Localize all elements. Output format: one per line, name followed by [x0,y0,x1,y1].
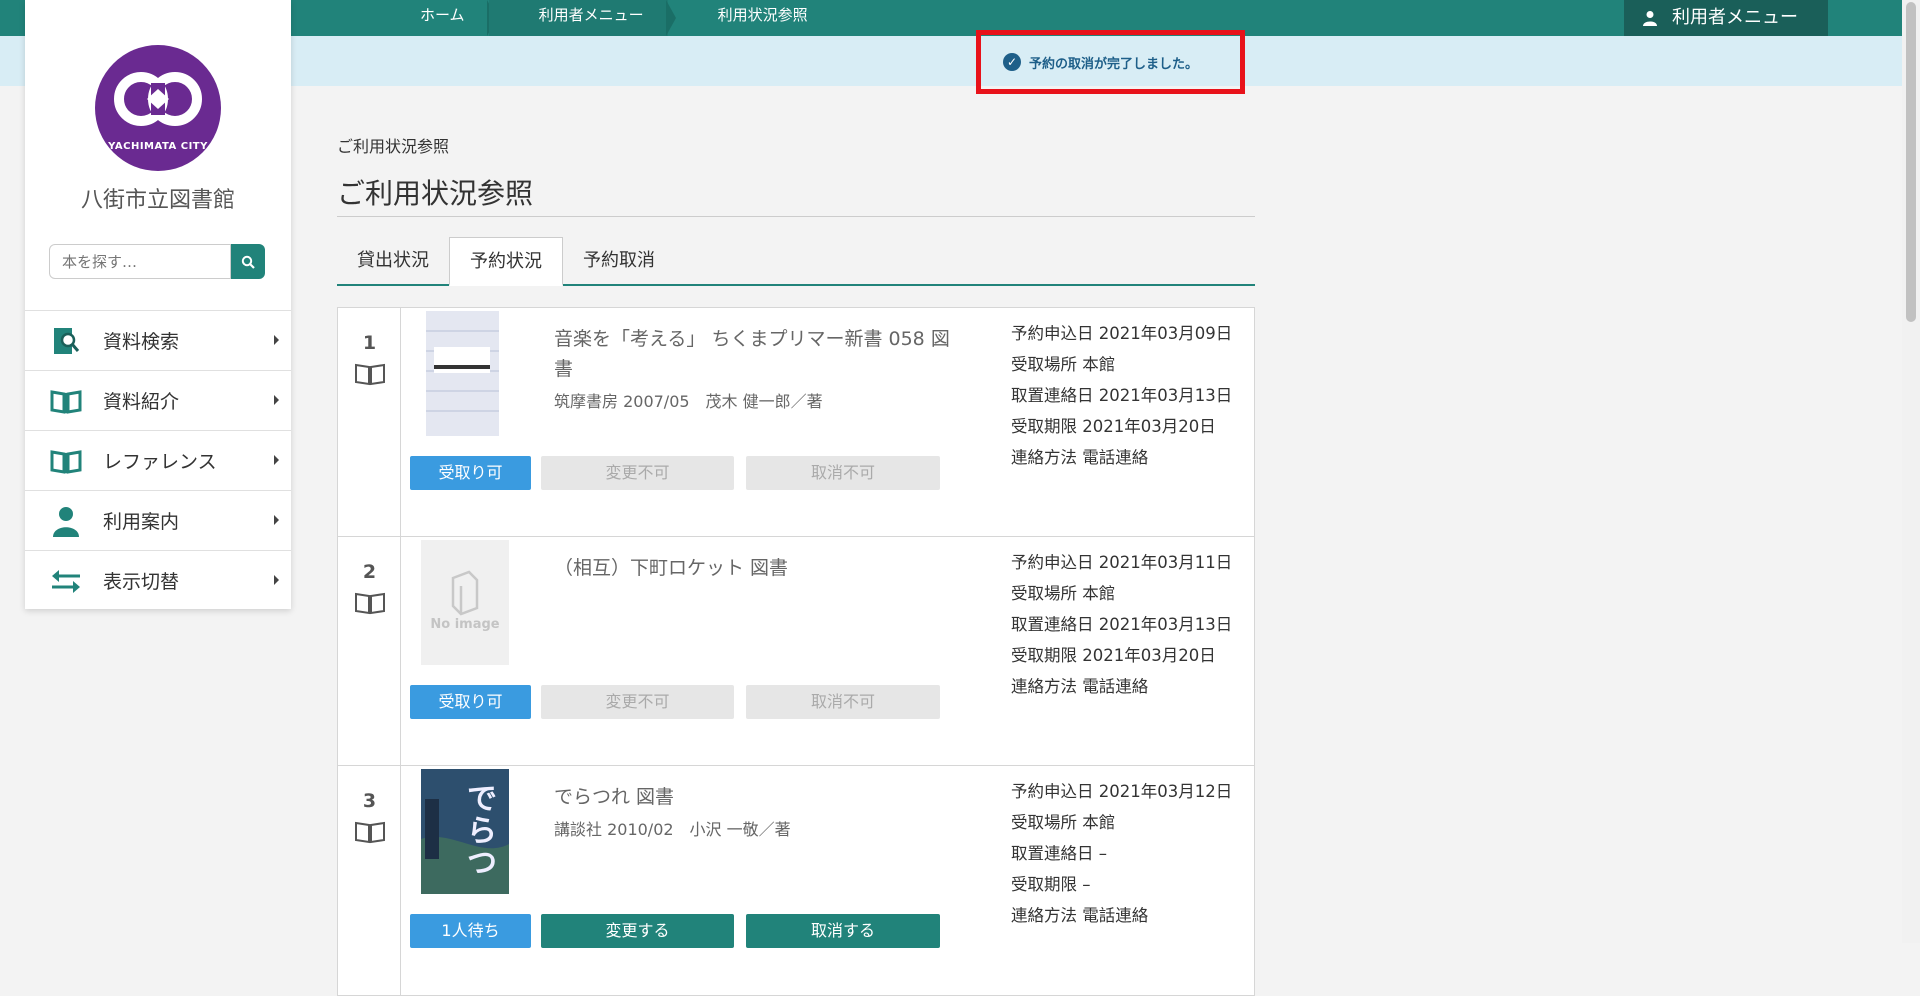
sidebar-item-label: 表示切替 [103,571,180,593]
sidebar-item-usage-guide[interactable]: 利用案内 [25,490,291,550]
applied-date: 予約申込日 2021年03月11日 [1011,553,1233,572]
tab-cancel-reservation[interactable]: 予約取消 [563,237,675,284]
book-title[interactable]: 音楽を「考える」 ちくまプリマー新書 058 図書 [554,324,954,384]
chevron-right-icon [274,515,279,525]
notice-message: ✓ 予約の取消が完了しました。 [976,30,1245,94]
cancel-button: 取消不可 [746,456,940,490]
user-menu-button[interactable]: 利用者メニュー [1624,0,1828,36]
pickup-deadline: 受取期限 2021年03月20日 [1011,417,1216,436]
sidebar-item-label: 利用案内 [103,511,180,533]
svg-text:つ: つ [467,846,497,881]
reservation-info: 予約申込日 2021年03月12日 受取場所 本館 取置連絡日 – 受取期限 –… [1011,776,1232,931]
sidebar-item-material-search[interactable]: 資料検索 [25,310,291,370]
pickup-place: 受取場所 本館 [1011,813,1116,832]
pickup-deadline: 受取期限 – [1011,875,1091,894]
book-icon [355,363,385,386]
sidebar-item-material-intro[interactable]: 資料紹介 [25,370,291,430]
applied-date: 予約申込日 2021年03月12日 [1011,782,1233,801]
book-icon [355,592,385,615]
status-badge: 受取り可 [410,456,531,490]
search-icon [241,255,255,269]
reservation-info: 予約申込日 2021年03月09日 受取場所 本館 取置連絡日 2021年03月… [1011,318,1232,473]
search-button[interactable] [231,244,265,279]
sidebar-item-label: 資料検索 [103,331,180,353]
book-publisher: 筑摩書房 2007/05 茂木 健一郎／著 [554,392,823,411]
chevron-right-icon [274,335,279,345]
pickup-deadline: 受取期限 2021年03月20日 [1011,646,1216,665]
status-badge: 受取り可 [410,685,531,719]
book-title[interactable]: （相互）下町ロケット 図書 [554,553,954,583]
logo-text: YACHIMATA CITY [108,141,208,152]
breadcrumb-home[interactable]: ホーム [370,0,497,36]
check-circle-icon: ✓ [1003,53,1021,71]
change-button: 変更不可 [541,685,734,719]
contact-method: 連絡方法 電話連絡 [1011,906,1149,925]
scrollbar-thumb[interactable] [1906,2,1916,322]
sidebar-item-label: 資料紹介 [103,391,180,413]
reservation-row: 2 No image （相互）下町ロケット 図書 予約申込日 2021年03月1… [338,537,1254,766]
chevron-right-icon [274,575,279,585]
user-menu-label: 利用者メニュー [1672,7,1798,28]
user-icon [1643,11,1657,26]
reservation-row: 1 音楽を「考える」 ちくまプリマー新書 058 図書 筑摩書房 2007/05… [338,308,1254,537]
person-icon [49,505,83,537]
book-title[interactable]: でらつれ 図書 [554,782,954,812]
vertical-scrollbar[interactable] [1902,0,1920,943]
hold-notice-date: 取置連絡日 2021年03月13日 [1011,386,1233,405]
reservation-row: 3 で ら つ でらつれ 図書 講談社 2010/02 小沢 一敬／著 予約申込… [338,766,1254,995]
notice-text: 予約の取消が完了しました。 [1029,56,1199,72]
search-box [49,244,265,279]
contact-method: 連絡方法 電話連絡 [1011,677,1149,696]
hold-notice-date: 取置連絡日 2021年03月13日 [1011,615,1233,634]
tab-loans[interactable]: 貸出状況 [337,237,449,284]
pickup-place: 受取場所 本館 [1011,355,1116,374]
sidebar-item-display-switch[interactable]: 表示切替 [25,550,291,610]
status-tabs: 貸出状況 予約状況 予約取消 [337,237,1255,286]
chevron-right-icon [274,395,279,405]
sidebar: YACHIMATA CITY 八街市立図書館 資料検索 [25,0,291,609]
reservation-list: 1 音楽を「考える」 ちくまプリマー新書 058 図書 筑摩書房 2007/05… [337,307,1255,996]
material-search-icon [49,325,83,357]
page-breadcrumb: ご利用状況参照 [337,137,450,156]
row-number: 3 [362,790,377,812]
chevron-right-icon [274,455,279,465]
book-cover[interactable] [426,311,499,436]
search-input[interactable] [49,244,231,279]
open-book-icon [49,385,83,417]
book-publisher: 講談社 2010/02 小沢 一敬／著 [554,820,791,839]
book-cover[interactable]: で ら つ [421,769,509,894]
sidebar-item-reference[interactable]: レファレンス [25,430,291,490]
row-number: 1 [362,332,377,354]
breadcrumb-user-menu[interactable]: 利用者メニュー [488,0,676,36]
row-number-column: 1 [338,308,401,536]
breadcrumb-current: 利用状況参照 [717,6,808,24]
svg-text:で: で [467,782,497,817]
sidebar-item-label: レファレンス [103,451,217,473]
svg-text:ら: ら [467,814,497,849]
row-number: 2 [362,561,377,583]
book-icon [355,821,385,844]
sidebar-menu: 資料検索 資料紹介 レファレンス 利用案内 表示切替 [25,310,291,610]
logo-emblem-icon [114,72,202,126]
hold-notice-date: 取置連絡日 – [1011,844,1107,863]
book-placeholder-icon [421,540,509,665]
pickup-place: 受取場所 本館 [1011,584,1116,603]
no-image-cover[interactable] [421,540,509,665]
cancel-button: 取消不可 [746,685,940,719]
city-logo[interactable]: YACHIMATA CITY [95,45,221,171]
tab-reservations[interactable]: 予約状況 [449,237,563,286]
contact-method: 連絡方法 電話連絡 [1011,448,1149,467]
row-number-column: 3 [338,766,401,995]
applied-date: 予約申込日 2021年03月09日 [1011,324,1233,343]
breadcrumb: ホーム 利用者メニュー 利用状況参照 [370,0,832,36]
library-name: 八街市立図書館 [80,188,235,213]
change-button: 変更不可 [541,456,734,490]
page-title: ご利用状況参照 [337,172,1255,217]
swap-arrows-icon [49,565,83,597]
no-image-label: No image [430,617,500,632]
open-book-icon [49,445,83,477]
row-number-column: 2 [338,537,401,765]
reservation-info: 予約申込日 2021年03月11日 受取場所 本館 取置連絡日 2021年03月… [1011,547,1232,702]
